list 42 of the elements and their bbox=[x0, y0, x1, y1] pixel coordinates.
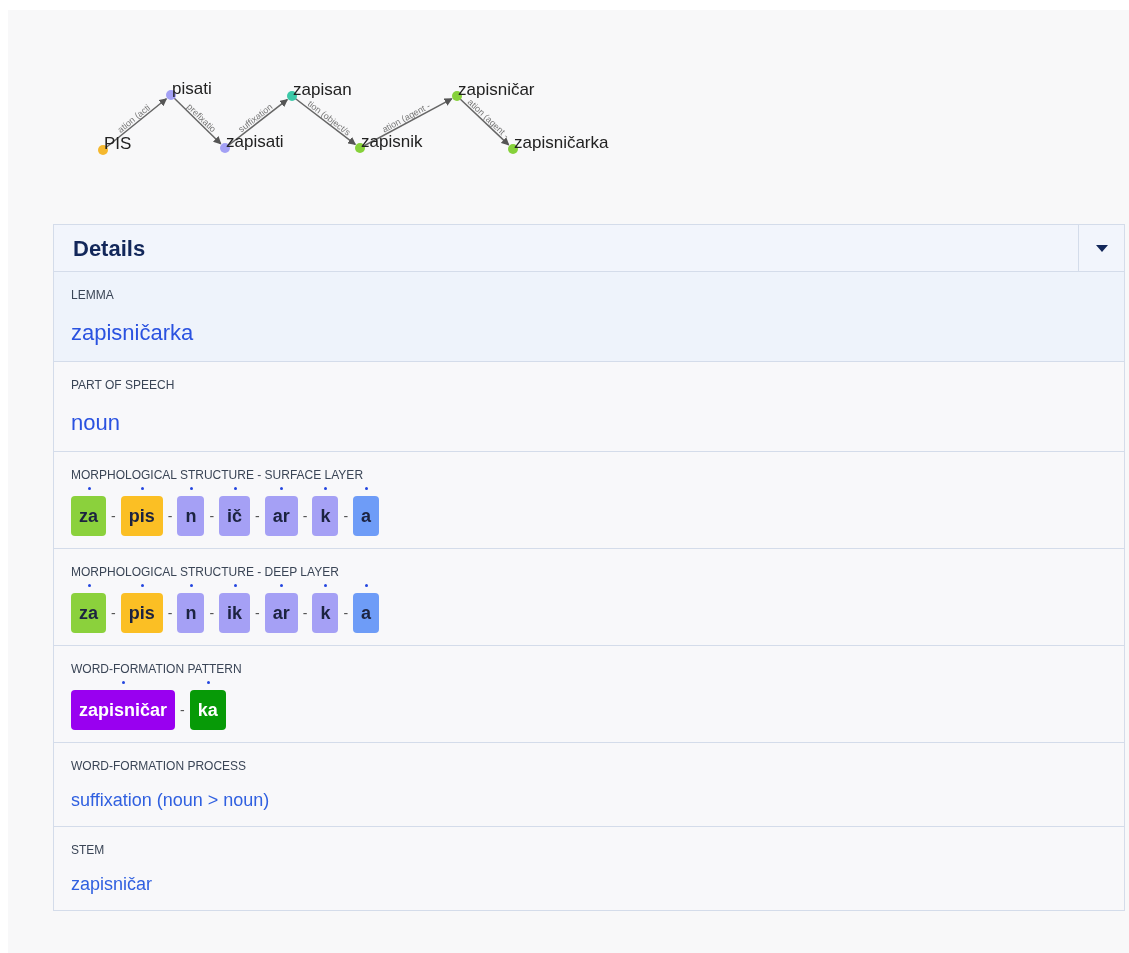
row-label: STEM bbox=[71, 842, 106, 859]
hyphen: - bbox=[167, 604, 173, 623]
morpheme-tag: ič bbox=[219, 496, 251, 536]
hyphen: - bbox=[111, 604, 116, 623]
hyphen: - bbox=[255, 507, 260, 526]
hyphen: - bbox=[302, 507, 308, 526]
row-label: PART OF SPEECH bbox=[71, 377, 176, 394]
hyphen: - bbox=[209, 604, 215, 623]
morpheme-tag: k bbox=[312, 593, 339, 633]
hyphen: - bbox=[302, 604, 308, 623]
morpheme-tag: k bbox=[312, 496, 339, 536]
row-label: MORPHOLOGICAL STRUCTURE - SURFACE LAYER bbox=[71, 467, 365, 484]
morpheme-tag: ar bbox=[264, 496, 298, 536]
morpheme-tag: n bbox=[177, 496, 205, 536]
hyphen: - bbox=[180, 701, 185, 720]
morpheme-tag: a bbox=[353, 496, 380, 536]
value-text: zapisničarka bbox=[71, 319, 195, 347]
morpheme-tag: pis bbox=[120, 496, 163, 536]
morpheme-tag: za bbox=[71, 496, 106, 536]
hyphen: - bbox=[167, 507, 173, 526]
morpheme-tag: zapisničar bbox=[71, 690, 176, 730]
hyphen: - bbox=[111, 507, 116, 526]
row-label: LEMMA bbox=[71, 287, 115, 304]
morpheme-tag: pis bbox=[120, 593, 163, 633]
panel-title: Details bbox=[72, 234, 147, 263]
row-label: WORD-FORMATION PROCESS bbox=[71, 758, 248, 775]
hyphen: - bbox=[209, 507, 215, 526]
value-text: suffixation (noun > noun) bbox=[71, 789, 271, 812]
caret-icon bbox=[1095, 244, 1108, 252]
morpheme-tag: ik bbox=[219, 593, 251, 633]
row-label: WORD-FORMATION PATTERN bbox=[71, 661, 243, 678]
morpheme-tag: ka bbox=[189, 690, 226, 730]
morpheme-tag: ar bbox=[264, 593, 298, 633]
hyphen: - bbox=[343, 604, 349, 623]
morpheme-tag: za bbox=[71, 593, 106, 633]
row-label: MORPHOLOGICAL STRUCTURE - DEEP LAYER bbox=[71, 564, 340, 581]
hyphen: - bbox=[343, 507, 349, 526]
value-text: noun bbox=[71, 409, 121, 437]
morpheme-tag: a bbox=[353, 593, 380, 633]
hyphen: - bbox=[255, 604, 260, 623]
value-text: zapisničar bbox=[71, 873, 154, 896]
morpheme-tag: n bbox=[177, 593, 205, 633]
